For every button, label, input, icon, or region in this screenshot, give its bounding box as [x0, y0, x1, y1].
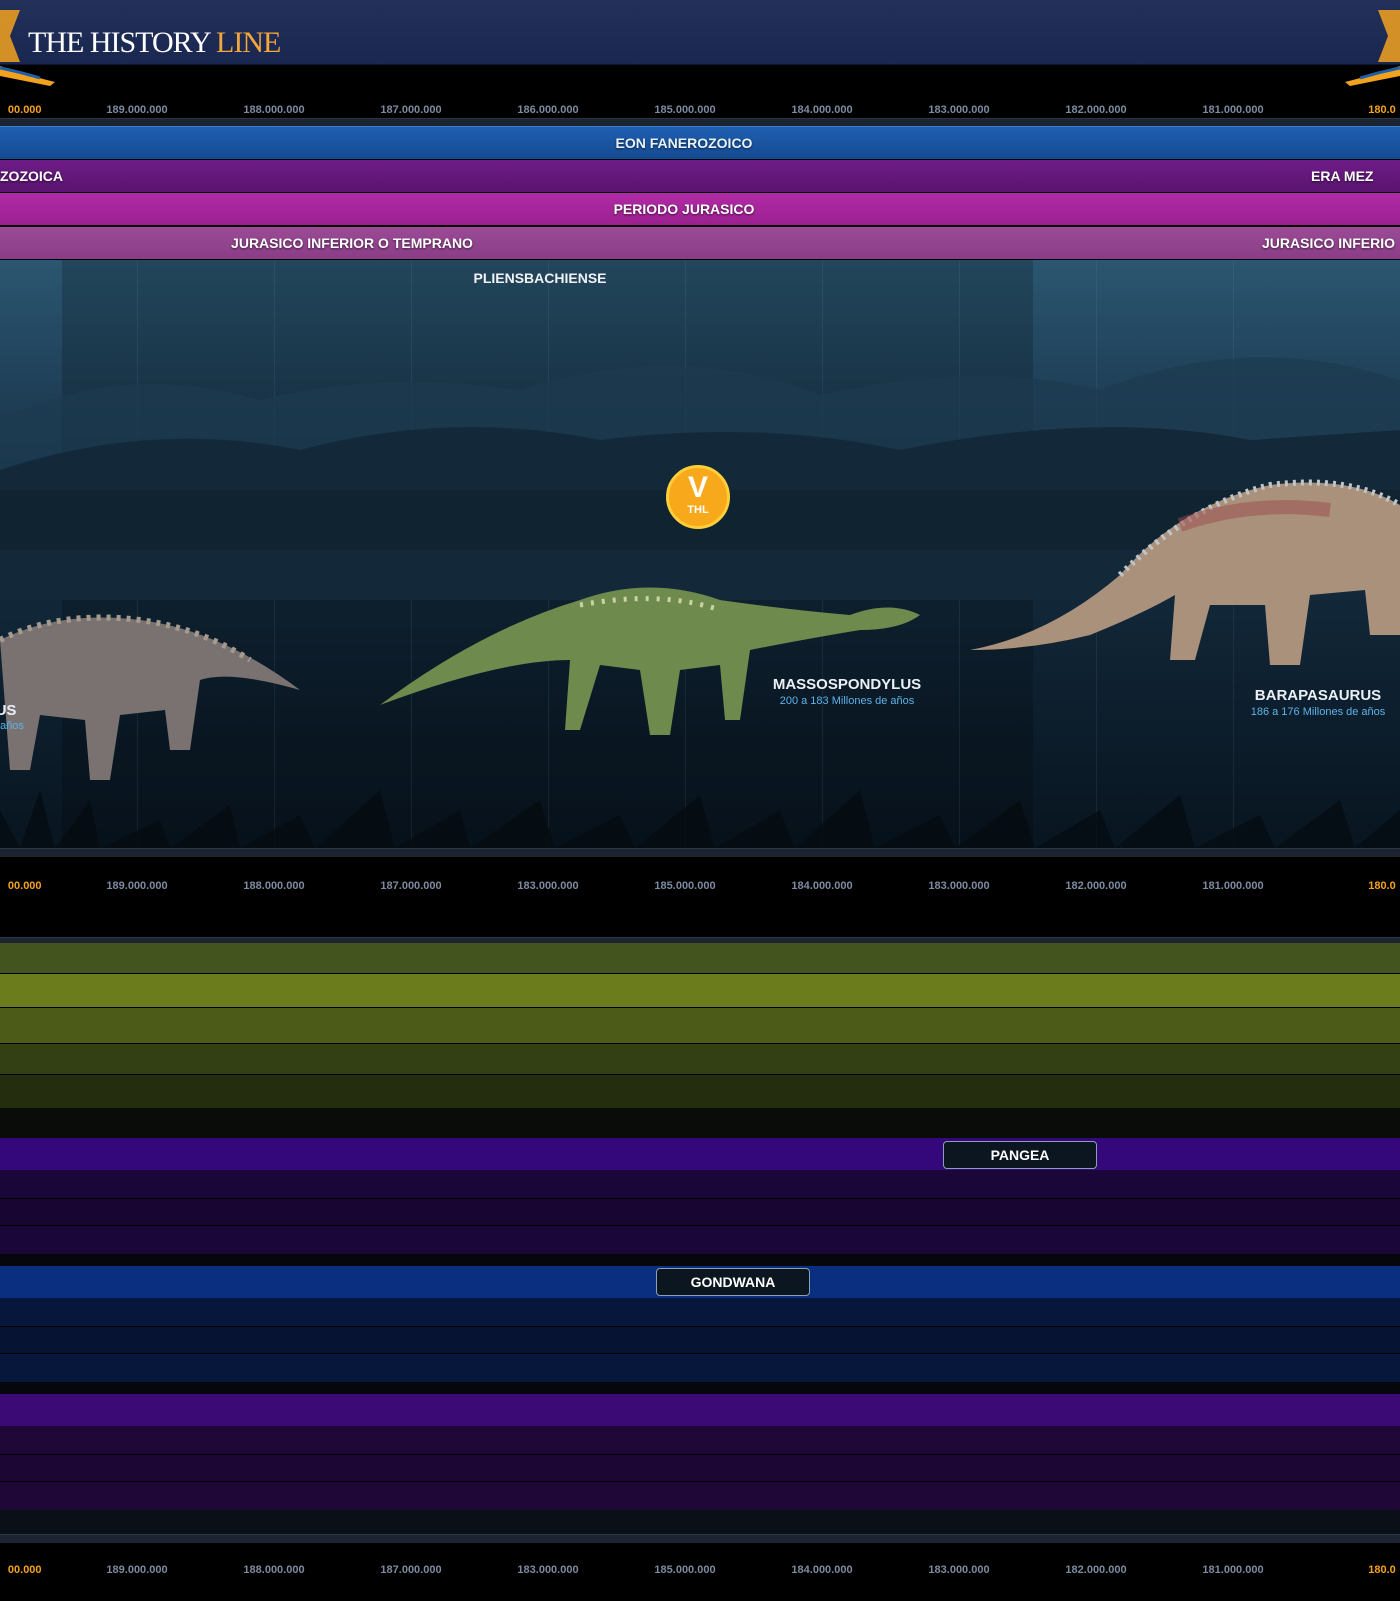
tick-label: 188.000.000: [243, 1564, 305, 1576]
climate-band-4[interactable]: [0, 1044, 1400, 1074]
tick-label: 185.000.000: [654, 1564, 716, 1576]
tick-label: 183.000.000: [928, 1564, 990, 1576]
band-separator: [0, 1510, 1400, 1534]
massospondylus-image[interactable]: [380, 570, 920, 750]
badge-letter: V: [687, 471, 708, 504]
tick-label: 189.000.000: [106, 1564, 168, 1576]
band-eon-label: EON FANEROZOICO: [615, 135, 753, 151]
tick-label: 183.000.000: [928, 104, 990, 116]
band-era-label-right: ERA MEZ: [1311, 168, 1374, 184]
dino-name-left[interactable]: US: [0, 702, 16, 719]
gondwana-sub-band-3[interactable]: [0, 1354, 1400, 1382]
tick-label: 182.000.000: [1065, 880, 1127, 892]
tick-label: 183.000.000: [928, 880, 990, 892]
tick-label: 182.000.000: [1065, 104, 1127, 116]
tick-label: 00.000: [7, 1564, 42, 1576]
thl-badge-icon[interactable]: V THL: [666, 465, 730, 529]
climate-band-2[interactable]: [0, 974, 1400, 1007]
band-period[interactable]: PERIODO JURASICO: [0, 193, 1400, 225]
band-separator: [0, 1382, 1400, 1394]
tick-label: 181.000.000: [1202, 1564, 1264, 1576]
continent-sub-band-3[interactable]: [0, 1482, 1400, 1510]
continent-sub-band-1[interactable]: [0, 1426, 1400, 1454]
tick-label: 183.000.000: [517, 880, 579, 892]
gondwana-label[interactable]: GONDWANA: [656, 1268, 810, 1296]
tick-label: 188.000.000: [243, 104, 305, 116]
age-label: PLIENSBACHIENSE: [473, 270, 607, 286]
tick-label: 187.000.000: [380, 880, 442, 892]
tick-label: 181.000.000: [1202, 104, 1264, 116]
pangea-sub-band-1[interactable]: [0, 1170, 1400, 1198]
pangea-sub-band-2[interactable]: [0, 1199, 1400, 1225]
tick-label: 00.000: [7, 104, 42, 116]
tick-label: 186.000.000: [517, 104, 579, 116]
tick-label: 180.0: [1368, 880, 1396, 892]
tick-label: 182.000.000: [1065, 1564, 1127, 1576]
tick-label: 184.000.000: [791, 1564, 853, 1576]
pangea-sub-band-3[interactable]: [0, 1226, 1400, 1254]
tick-label: 188.000.000: [243, 880, 305, 892]
climate-band-1[interactable]: [0, 943, 1400, 973]
dino-range-barapasaurus: 186 a 176 Millones de años: [1250, 706, 1386, 718]
barapasaurus-image[interactable]: [970, 465, 1400, 680]
dino-name-massospondylus[interactable]: MASSOSPONDYLUS: [773, 676, 921, 693]
continent-band-3[interactable]: [0, 1394, 1400, 1426]
tick-label: 185.000.000: [654, 880, 716, 892]
scale-rail-middle[interactable]: [0, 848, 1400, 857]
logo-title[interactable]: THE HISTORY LINE: [28, 26, 281, 60]
time-scale-middle: 00.000 189.000.000 188.000.000 187.000.000 1…: [0, 877, 1400, 897]
tick-label: 00.000: [7, 880, 42, 892]
tick-label: 181.000.000: [1202, 880, 1264, 892]
hourglass-logo-icon: [1345, 10, 1400, 86]
grass-silhouette: [0, 790, 1400, 848]
scale-rail-bottom[interactable]: [0, 1534, 1400, 1543]
band-era-label-left: ZOZOICA: [0, 168, 63, 184]
tick-label: 187.000.000: [380, 104, 442, 116]
badge-sub: THL: [687, 504, 709, 516]
climate-band-5[interactable]: [0, 1075, 1400, 1108]
climate-band-3[interactable]: [0, 1008, 1400, 1043]
tick-label: 189.000.000: [106, 880, 168, 892]
pangea-band[interactable]: [0, 1138, 1400, 1170]
tick-label: 180.0: [1368, 1564, 1396, 1576]
gondwana-sub-band-1[interactable]: [0, 1298, 1400, 1326]
band-epoch[interactable]: JURASICO INFERIOR O TEMPRANO JURASICO IN…: [0, 227, 1400, 259]
band-era[interactable]: ZOZOICA ERA MEZ: [0, 160, 1400, 192]
dino-name-barapasaurus[interactable]: BARAPASAURUS: [1255, 687, 1381, 704]
band-eon[interactable]: EON FANEROZOICO: [0, 126, 1400, 159]
dino-range-massospondylus: 200 a 183 Millones de años: [779, 695, 915, 707]
tick-label: 185.000.000: [654, 104, 716, 116]
tick-label: 184.000.000: [791, 880, 853, 892]
band-separator: [0, 1108, 1400, 1138]
timeline-scene[interactable]: PLIENSBACHIENSE US años MASSOSPONDYLUS 2…: [0, 260, 1400, 848]
logo-title-accent: LINE: [216, 26, 281, 59]
band-period-label: PERIODO JURASICO: [613, 201, 755, 217]
gondwana-sub-band-2[interactable]: [0, 1327, 1400, 1353]
band-epoch-label-left: JURASICO INFERIOR O TEMPRANO: [231, 235, 473, 251]
time-scale-bottom: 00.000 189.000.000 188.000.000 187.000.000 1…: [0, 1561, 1400, 1581]
pangea-label[interactable]: PANGEA: [943, 1141, 1097, 1169]
logo-title-main: THE HISTORY: [28, 26, 217, 59]
tick-label: 184.000.000: [791, 104, 853, 116]
tick-label: 189.000.000: [106, 104, 168, 116]
tick-label: 187.000.000: [380, 1564, 442, 1576]
tick-label: 180.0: [1368, 104, 1396, 116]
band-separator: [0, 1254, 1400, 1266]
tick-label: 183.000.000: [517, 1564, 579, 1576]
band-epoch-label-right: JURASICO INFERIO: [1262, 235, 1396, 251]
continent-sub-band-2[interactable]: [0, 1455, 1400, 1481]
